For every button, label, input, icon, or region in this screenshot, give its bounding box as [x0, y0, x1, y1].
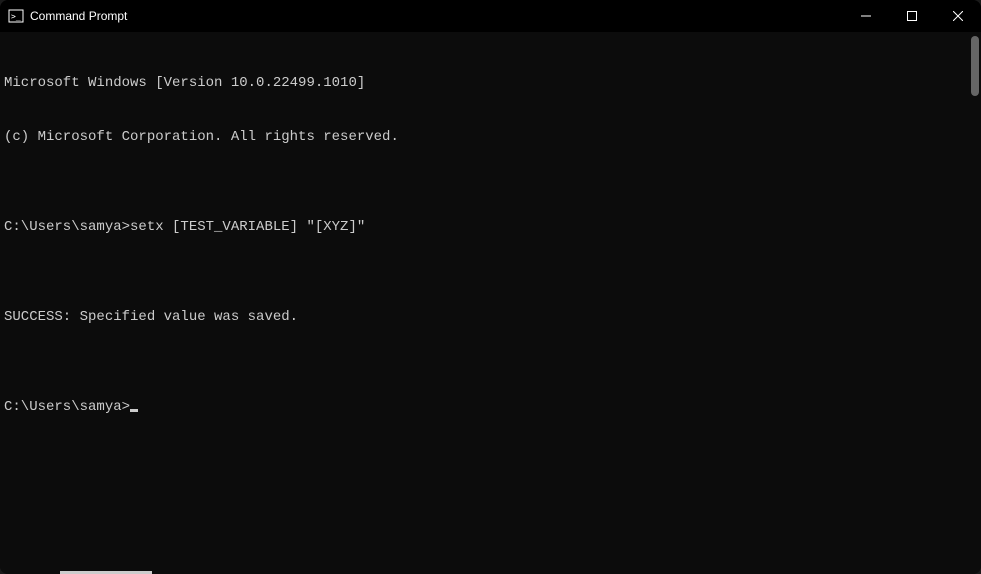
window-title: Command Prompt [30, 9, 127, 23]
terminal-line: SUCCESS: Specified value was saved. [4, 308, 977, 326]
terminal-prompt-line: C:\Users\samya> [4, 398, 977, 416]
minimize-icon [861, 11, 871, 21]
minimize-button[interactable] [843, 0, 889, 32]
titlebar[interactable]: >_ Command Prompt [0, 0, 981, 32]
terminal-line: Microsoft Windows [Version 10.0.22499.10… [4, 74, 977, 92]
terminal-prompt: C:\Users\samya> [4, 399, 130, 415]
close-icon [953, 11, 963, 21]
svg-text:>_: >_ [11, 12, 21, 21]
terminal-line: C:\Users\samya>setx [TEST_VARIABLE] "[XY… [4, 218, 977, 236]
command-prompt-icon: >_ [8, 8, 24, 24]
close-button[interactable] [935, 0, 981, 32]
terminal-line: (c) Microsoft Corporation. All rights re… [4, 128, 977, 146]
command-prompt-window: >_ Command Prompt [0, 0, 981, 574]
window-controls [843, 0, 981, 32]
terminal-output[interactable]: Microsoft Windows [Version 10.0.22499.10… [0, 32, 981, 574]
cursor [130, 409, 138, 412]
maximize-button[interactable] [889, 0, 935, 32]
maximize-icon [907, 11, 917, 21]
titlebar-left: >_ Command Prompt [8, 8, 127, 24]
scrollbar-thumb[interactable] [971, 36, 979, 96]
